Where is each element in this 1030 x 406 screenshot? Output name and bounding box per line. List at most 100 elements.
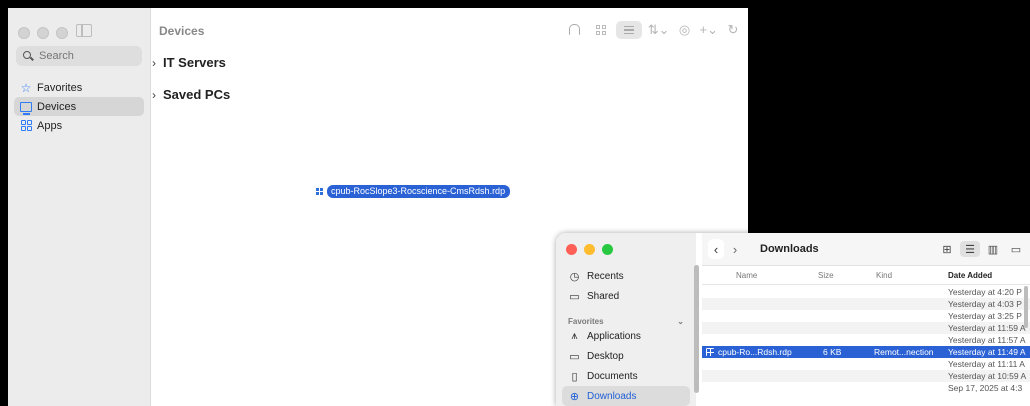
close-dot-icon[interactable]: [566, 244, 577, 255]
table-row[interactable]: Yesterday at 11:57 A: [702, 334, 1030, 346]
file-date-added: Yesterday at 10:59 A: [948, 371, 1027, 381]
sidebar-item-label: Apps: [37, 119, 63, 132]
page-title: Devices: [159, 24, 205, 38]
sidebar-item-shared[interactable]: ▭ Shared: [562, 286, 690, 306]
main-sidebar: ☆ Favorites Devices Apps: [8, 8, 151, 406]
sidebar-item-label: Devices: [37, 100, 77, 113]
file-name: cpub-Ro...Rdsh.rdp: [718, 347, 792, 357]
finder-window: ◷ Recents ▭ Shared Favorites ⌄ ⩚ Applica…: [556, 233, 1030, 406]
finder-toolbar: ‹ › Downloads ⊞ ☰ ▥ ▭: [702, 233, 1030, 266]
sidebar-item-recents[interactable]: ◷ Recents: [562, 266, 690, 286]
column-kind[interactable]: Kind: [876, 271, 892, 280]
nav-buttons: ‹ ›: [708, 239, 743, 259]
chevron-down-icon: ⌄: [677, 317, 684, 326]
refresh-icon[interactable]: ↻: [724, 21, 742, 39]
sidebar-toggle-icon[interactable]: [76, 24, 92, 37]
chevron-right-icon: ›: [152, 87, 156, 102]
bell-icon[interactable]: [568, 23, 580, 35]
minimize-dot-icon[interactable]: [584, 244, 595, 255]
sort-icon[interactable]: ⇅⌄: [648, 21, 670, 39]
toolbar-icons: ⇅⌄ ◎ +⌄ ↻: [568, 21, 742, 39]
section-label: Favorites: [568, 317, 604, 326]
sidebar-item-documents[interactable]: ▯ Documents: [562, 366, 690, 386]
sidebar-item-label: Shared: [587, 290, 620, 302]
table-row[interactable]: Yesterday at 11:59 A: [702, 322, 1030, 334]
forward-button[interactable]: ›: [727, 239, 743, 259]
file-size: 6 KB: [823, 347, 842, 357]
window-controls: [18, 27, 68, 39]
column-size[interactable]: Size: [818, 271, 834, 280]
file-kind: Remot...nection: [874, 347, 934, 357]
sidebar-item-applications[interactable]: ⩚ Applications: [562, 326, 690, 346]
sidebar-item-label: Downloads: [587, 390, 637, 402]
table-row[interactable]: Yesterday at 11:11 A: [702, 358, 1030, 370]
download-icon: ⊕: [569, 390, 580, 403]
finder-sidebar: ◷ Recents ▭ Shared Favorites ⌄ ⩚ Applica…: [556, 233, 696, 406]
table-row[interactable]: Sep 17, 2025 at 4:3: [702, 382, 1030, 394]
search-field[interactable]: [16, 46, 142, 66]
rdp-file-icon: [316, 187, 323, 195]
sidebar-list: ☆ Favorites Devices Apps: [14, 78, 144, 135]
finder-title: Downloads: [760, 243, 819, 255]
document-icon: ▯: [571, 370, 578, 383]
column-headers: Name Size Kind Date Added: [702, 266, 1030, 285]
dragged-file-label: cpub-RocSlope3-Rocscience-CmsRdsh.rdp: [327, 184, 511, 198]
sidebar-item-apps[interactable]: Apps: [14, 116, 144, 135]
file-list: Yesterday at 4:20 P Yesterday at 4:03 P Ye…: [702, 286, 1030, 394]
applications-icon: ⩚: [571, 329, 578, 342]
file-date-added: Yesterday at 4:03 P: [948, 299, 1022, 309]
filter-icon[interactable]: ◎: [676, 21, 694, 39]
table-row[interactable]: cpub-Ro...Rdsh.rdp 6 KB Remot...nection Yes…: [702, 346, 1030, 358]
grid-view-icon[interactable]: [592, 21, 610, 39]
favorites-section-header[interactable]: Favorites ⌄: [562, 308, 690, 326]
finder-sidebar-list: ◷ Recents ▭ Shared Favorites ⌄ ⩚ Applica…: [562, 266, 690, 406]
search-icon: [23, 51, 33, 61]
sidebar-item-label: Recents: [587, 270, 624, 282]
file-date-added: Yesterday at 4:20 P: [948, 287, 1022, 297]
file-date-added: Yesterday at 11:57 A: [948, 335, 1026, 345]
add-icon[interactable]: +⌄: [700, 21, 718, 39]
table-row[interactable]: Yesterday at 4:03 P: [702, 298, 1030, 310]
icon-view-icon[interactable]: ⊞: [937, 241, 957, 257]
group-label: Saved PCs: [163, 87, 231, 102]
sidebar-item-devices[interactable]: Devices: [14, 97, 144, 116]
file-date-added: Yesterday at 11:11 A: [948, 359, 1025, 369]
dragged-file[interactable]: cpub-RocSlope3-Rocscience-CmsRdsh.rdp: [316, 184, 511, 198]
sidebar-item-label: Documents: [587, 370, 638, 382]
sidebar-item-favorites[interactable]: ☆ Favorites: [14, 78, 144, 97]
sidebar-scrollbar[interactable]: [694, 265, 699, 393]
minimize-dot-icon[interactable]: [37, 27, 49, 39]
list-scrollbar[interactable]: [1024, 286, 1028, 328]
list-view-icon[interactable]: ☰: [960, 241, 980, 257]
main-toolbar: Devices ⇅⌄ ◎ +⌄ ↻: [151, 8, 748, 46]
column-date-added[interactable]: Date Added: [948, 271, 992, 280]
group-it-servers[interactable]: › IT Servers: [152, 55, 226, 70]
file-date-added: Yesterday at 3:25 P: [948, 311, 1022, 321]
sidebar-item-desktop[interactable]: ▭ Desktop: [562, 346, 690, 366]
table-row[interactable]: Yesterday at 10:59 A: [702, 370, 1030, 382]
table-row[interactable]: Yesterday at 4:20 P: [702, 286, 1030, 298]
back-button[interactable]: ‹: [708, 239, 724, 259]
grid-icon: [20, 120, 32, 132]
zoom-dot-icon[interactable]: [602, 244, 613, 255]
chevron-right-icon: ›: [152, 55, 156, 70]
group-label: IT Servers: [163, 55, 226, 70]
table-row[interactable]: Yesterday at 3:25 P: [702, 310, 1030, 322]
column-name[interactable]: Name: [736, 271, 757, 280]
shared-folder-icon: ▭: [569, 290, 580, 303]
sidebar-item-downloads[interactable]: ⊕ Downloads: [562, 386, 690, 406]
monitor-icon: [20, 101, 32, 115]
rdp-file-icon: [706, 348, 714, 356]
close-dot-icon[interactable]: [18, 27, 30, 39]
column-view-icon[interactable]: ▥: [983, 241, 1003, 257]
view-switcher: ⊞ ☰ ▥ ▭: [937, 241, 1026, 257]
zoom-dot-icon[interactable]: [56, 27, 68, 39]
sidebar-item-label: Applications: [587, 330, 641, 342]
search-input[interactable]: [37, 49, 141, 63]
file-date-added: Sep 17, 2025 at 4:3: [948, 383, 1023, 393]
group-saved-pcs[interactable]: › Saved PCs: [152, 87, 230, 102]
clock-icon: ◷: [569, 270, 580, 283]
list-view-icon[interactable]: [615, 21, 642, 39]
gallery-view-icon[interactable]: ▭: [1006, 241, 1026, 257]
file-date-added: Yesterday at 11:49 A: [948, 347, 1026, 357]
